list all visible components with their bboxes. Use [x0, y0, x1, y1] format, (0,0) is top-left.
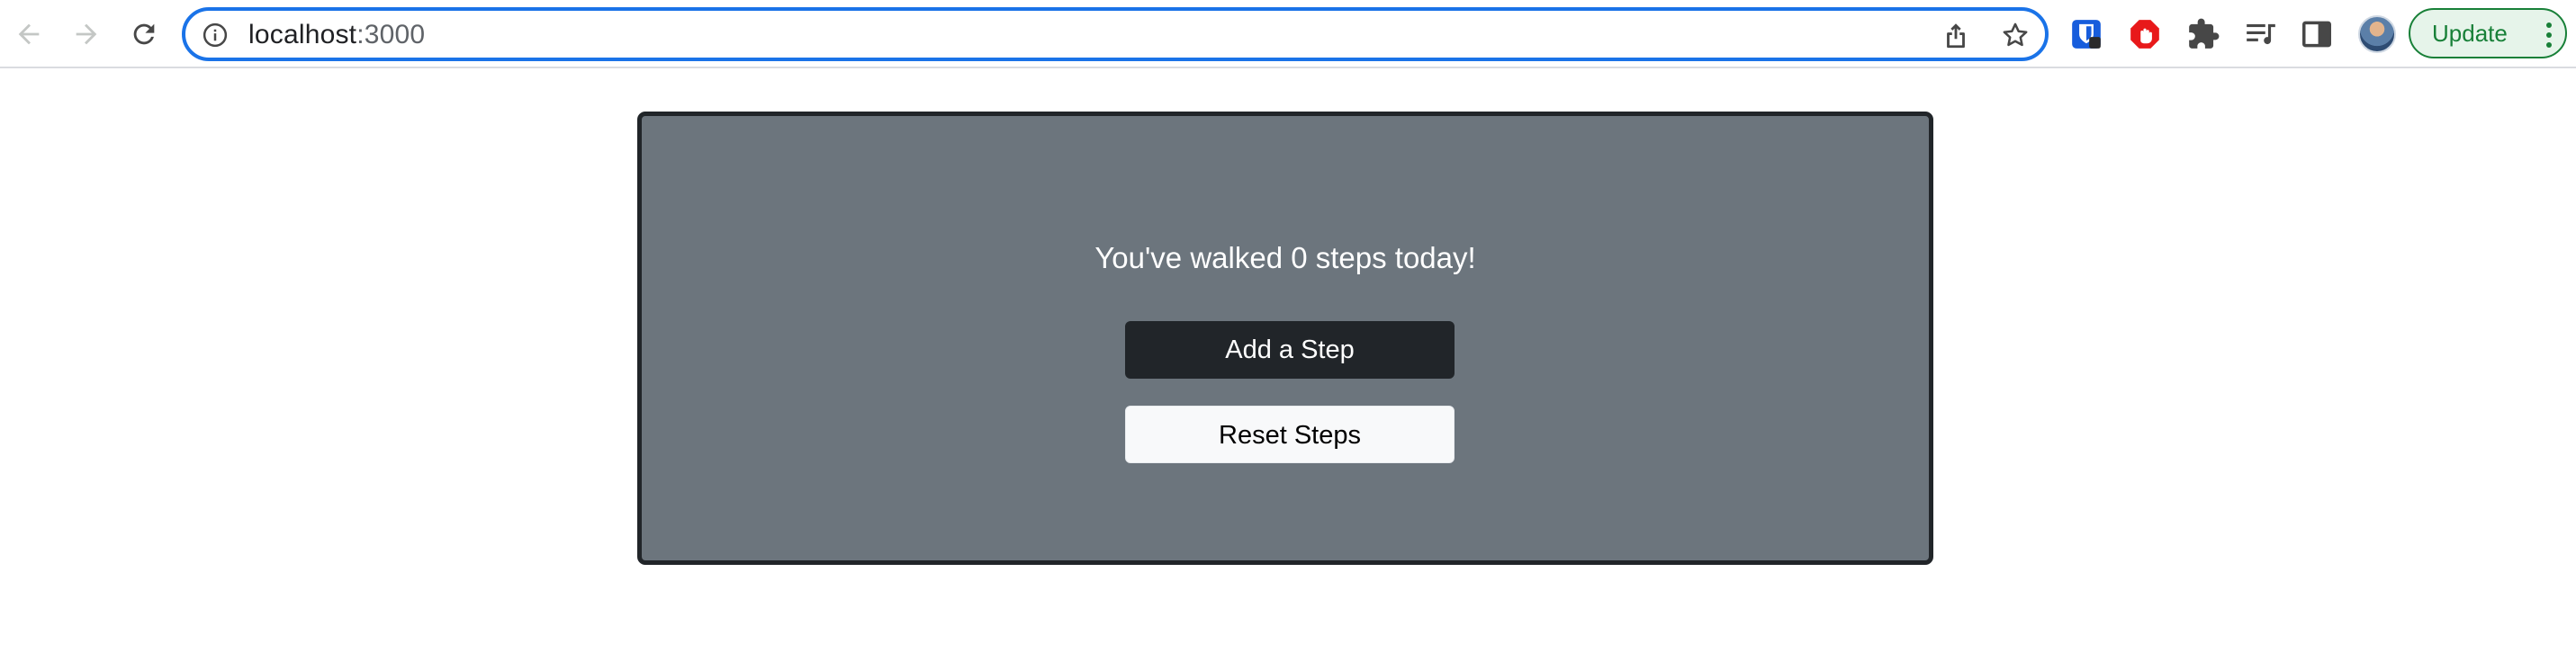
- arrow-right-icon: [76, 23, 97, 45]
- url-text[interactable]: localhost:3000: [248, 20, 425, 50]
- side-panel-icon: [2302, 21, 2331, 48]
- side-panel-button[interactable]: [2298, 15, 2336, 53]
- forward-button[interactable]: [65, 13, 108, 56]
- site-info-icon[interactable]: [202, 22, 229, 49]
- step-counter-card: You've walked 0 steps today! Add a Step …: [637, 112, 1933, 565]
- update-button[interactable]: Update: [2409, 8, 2567, 58]
- add-step-button[interactable]: Add a Step: [1125, 321, 1455, 379]
- url-host: localhost: [248, 20, 357, 49]
- update-label: Update: [2432, 19, 2508, 47]
- reset-steps-button[interactable]: Reset Steps: [1125, 406, 1455, 463]
- bitwarden-icon: [2072, 20, 2101, 49]
- stop-hand-icon: [2130, 20, 2159, 49]
- browser-toolbar: localhost:3000 Update: [0, 0, 2576, 68]
- address-bar[interactable]: localhost:3000: [182, 7, 2049, 61]
- reload-icon: [133, 23, 155, 45]
- bitwarden-extension-icon[interactable]: [2067, 15, 2105, 53]
- reload-button[interactable]: [122, 13, 166, 56]
- puzzle-icon: [2189, 18, 2220, 49]
- back-button[interactable]: [7, 13, 50, 56]
- media-queue-button[interactable]: [2242, 15, 2280, 53]
- profile-avatar[interactable]: [2358, 15, 2396, 53]
- adblock-extension-icon[interactable]: [2126, 15, 2164, 53]
- share-icon[interactable]: [1941, 20, 1971, 50]
- steps-message: You've walked 0 steps today!: [1094, 241, 1476, 274]
- bookmark-star-icon[interactable]: [2000, 20, 2031, 50]
- url-port: :3000: [356, 20, 426, 49]
- arrow-left-icon: [18, 23, 40, 45]
- media-queue-icon: [2247, 23, 2275, 45]
- kebab-menu-icon: [2546, 22, 2552, 48]
- extensions-menu-button[interactable]: [2184, 15, 2222, 53]
